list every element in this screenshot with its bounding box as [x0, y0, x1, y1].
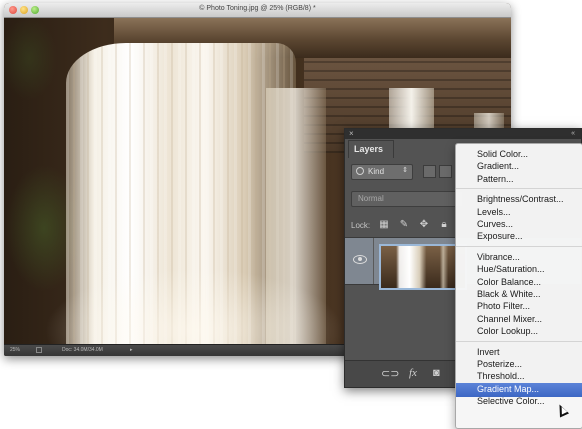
menu-item-label: Threshold...: [477, 371, 525, 382]
menu-item-color-lookup[interactable]: Color Lookup...: [456, 325, 582, 339]
fx-icon[interactable]: fx: [409, 367, 417, 379]
menu-item-label: Gradient...: [477, 161, 520, 172]
menu-separator: [456, 340, 582, 342]
lock-image-icon[interactable]: ✎: [399, 219, 409, 230]
kind-filter-select[interactable]: Kind ⇕: [351, 164, 413, 180]
menu-item-label: Levels...: [477, 206, 511, 217]
menu-item-label: Hue/Saturation...: [477, 264, 545, 275]
panel-collapse-icon[interactable]: «: [571, 129, 575, 139]
panel-close-icon[interactable]: ×: [349, 129, 354, 139]
menu-item-exposure[interactable]: Exposure...: [456, 230, 582, 244]
adjustment-layer-menu: Solid Color... Gradient... Pattern... Brigh…: [455, 143, 582, 429]
tab-layers[interactable]: Layers: [348, 140, 394, 158]
menu-item-label: Black & White...: [477, 289, 541, 299]
search-icon: [356, 167, 364, 175]
lock-label: Lock:: [351, 221, 371, 230]
menu-item-label: Color Lookup...: [477, 326, 539, 337]
menu-item-label: Gradient Map...: [477, 383, 540, 394]
menu-item-label: Solid Color...: [477, 149, 529, 159]
menu-separator: [456, 245, 582, 247]
tab-layers-label: Layers: [354, 144, 384, 154]
blend-mode-select[interactable]: Normal: [351, 191, 463, 207]
menu-item-label: Invert: [477, 346, 500, 357]
blend-mode-value: Normal: [358, 194, 384, 203]
proof-icon: [36, 347, 42, 353]
lock-position-icon[interactable]: ✥: [419, 219, 429, 230]
waterfall-mist: [44, 268, 344, 345]
menu-item-label: Curves...: [477, 219, 514, 229]
lock-all-icon[interactable]: 🔒︎: [439, 219, 449, 230]
eye-column-divider: [373, 238, 374, 284]
pixel-filter-icon[interactable]: [423, 165, 436, 178]
menu-item-label: Photo Filter...: [477, 301, 531, 312]
menu-item-label: Selective Color...: [477, 396, 545, 407]
mask-icon[interactable]: ◙: [433, 367, 440, 379]
menu-item-label: Exposure...: [477, 231, 523, 242]
document-title: © Photo Toning.jpg @ 25% (RGB/8) *: [199, 5, 316, 12]
layer-thumbnail[interactable]: [379, 244, 467, 290]
adjustment-filter-icon[interactable]: [439, 165, 452, 178]
visibility-eye-icon[interactable]: [353, 255, 367, 264]
document-info: Doc: 34.0M/34.0M: [62, 347, 103, 353]
menu-item-label: Brightness/Contrast...: [477, 194, 564, 205]
panel-header[interactable]: × «: [345, 129, 581, 139]
menu-separator: [456, 188, 582, 190]
menu-item-label: Vibrance...: [477, 251, 520, 262]
menu-item-label: Posterize...: [477, 359, 523, 369]
zoom-field[interactable]: 25%: [10, 347, 20, 353]
menu-item-label: Color Balance...: [477, 276, 542, 287]
kind-label: Kind: [368, 167, 385, 176]
document-title-bar[interactable]: © Photo Toning.jpg @ 25% (RGB/8) *: [4, 3, 511, 18]
menu-item-label: Channel Mixer...: [477, 313, 543, 324]
status-menu-arrow-icon[interactable]: ▸: [130, 347, 133, 353]
lock-transparency-icon[interactable]: ▦: [379, 219, 389, 230]
menu-item-label: Pattern...: [477, 173, 514, 184]
link-icon[interactable]: ⊂⊃: [381, 367, 399, 380]
updown-arrows-icon: ⇕: [402, 167, 408, 174]
menu-item-pattern[interactable]: Pattern...: [456, 173, 582, 187]
